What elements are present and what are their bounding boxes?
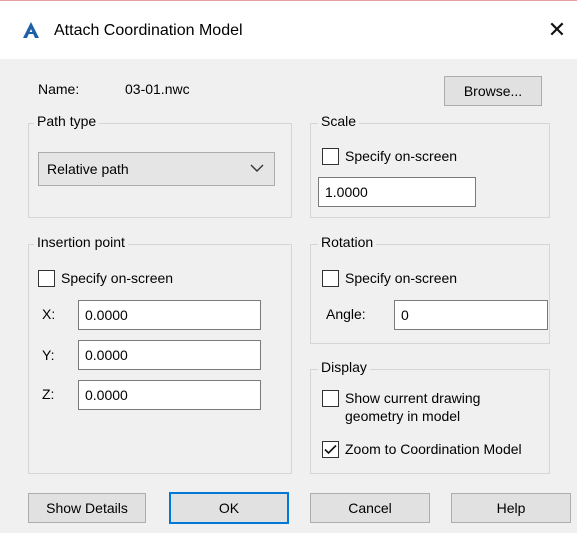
show-geometry-text: Show current drawing geometry in model: [345, 389, 480, 425]
x-input[interactable]: 0.0000: [78, 300, 261, 330]
zoom-to-model-label: Zoom to Coordination Model: [345, 441, 522, 457]
show-geometry-checkbox[interactable]: [322, 390, 339, 407]
z-input[interactable]: 0.0000: [78, 380, 261, 410]
insertion-point-label: Insertion point: [34, 234, 128, 250]
zoom-to-model-checkbox[interactable]: [322, 441, 339, 458]
show-geometry-label-line2: geometry in model: [345, 408, 461, 424]
zoom-to-model-option[interactable]: Zoom to Coordination Model: [322, 440, 522, 458]
y-input[interactable]: 0.0000: [78, 340, 261, 370]
ok-button[interactable]: OK: [169, 492, 289, 524]
scale-label: Scale: [318, 113, 360, 129]
scale-specify-label: Specify on-screen: [345, 148, 458, 164]
cancel-button[interactable]: Cancel: [310, 493, 430, 523]
chevron-down-icon: [250, 164, 264, 172]
z-label: Z:: [42, 386, 55, 402]
insertion-specify-onscreen[interactable]: Specify on-screen: [38, 269, 173, 287]
title-bar: Attach Coordination Model ✕: [0, 1, 577, 59]
angle-label: Angle:: [326, 306, 366, 322]
z-value: 0.0000: [85, 387, 128, 403]
attach-coordination-model-dialog: Attach Coordination Model ✕ Name: 03-01.…: [0, 0, 577, 533]
angle-input[interactable]: 0: [394, 300, 548, 330]
x-label: X:: [42, 306, 56, 322]
check-icon: [324, 444, 337, 455]
name-value: 03-01.nwc: [125, 81, 190, 97]
angle-value: 0: [401, 307, 409, 323]
insertion-specify-label: Specify on-screen: [61, 270, 174, 286]
scale-input[interactable]: 1.0000: [318, 177, 476, 207]
rotation-label: Rotation: [318, 234, 377, 250]
rotation-specify-onscreen[interactable]: Specify on-screen: [322, 269, 457, 287]
close-icon: ✕: [547, 17, 567, 42]
scale-value: 1.0000: [325, 184, 368, 200]
show-details-button[interactable]: Show Details: [28, 493, 146, 523]
show-geometry-option[interactable]: Show current drawing geometry in model: [322, 389, 480, 425]
y-label: Y:: [42, 347, 55, 363]
rotation-specify-checkbox[interactable]: [322, 270, 339, 287]
browse-button[interactable]: Browse...: [444, 76, 542, 106]
dialog-title: Attach Coordination Model: [54, 22, 243, 39]
help-button[interactable]: Help: [451, 493, 571, 523]
path-type-selected: Relative path: [47, 161, 129, 177]
close-button[interactable]: ✕: [544, 17, 570, 43]
x-value: 0.0000: [85, 307, 128, 323]
insertion-specify-checkbox[interactable]: [38, 270, 55, 287]
scale-specify-checkbox[interactable]: [322, 148, 339, 165]
display-label: Display: [318, 359, 370, 375]
autocad-app-icon: [23, 22, 39, 38]
scale-specify-onscreen[interactable]: Specify on-screen: [322, 147, 457, 165]
y-value: 0.0000: [85, 347, 128, 363]
show-geometry-label-line1: Show current drawing: [345, 390, 481, 406]
rotation-specify-label: Specify on-screen: [345, 270, 458, 286]
path-type-label: Path type: [34, 113, 100, 129]
path-type-select[interactable]: Relative path: [38, 152, 275, 186]
name-label: Name:: [38, 81, 80, 97]
